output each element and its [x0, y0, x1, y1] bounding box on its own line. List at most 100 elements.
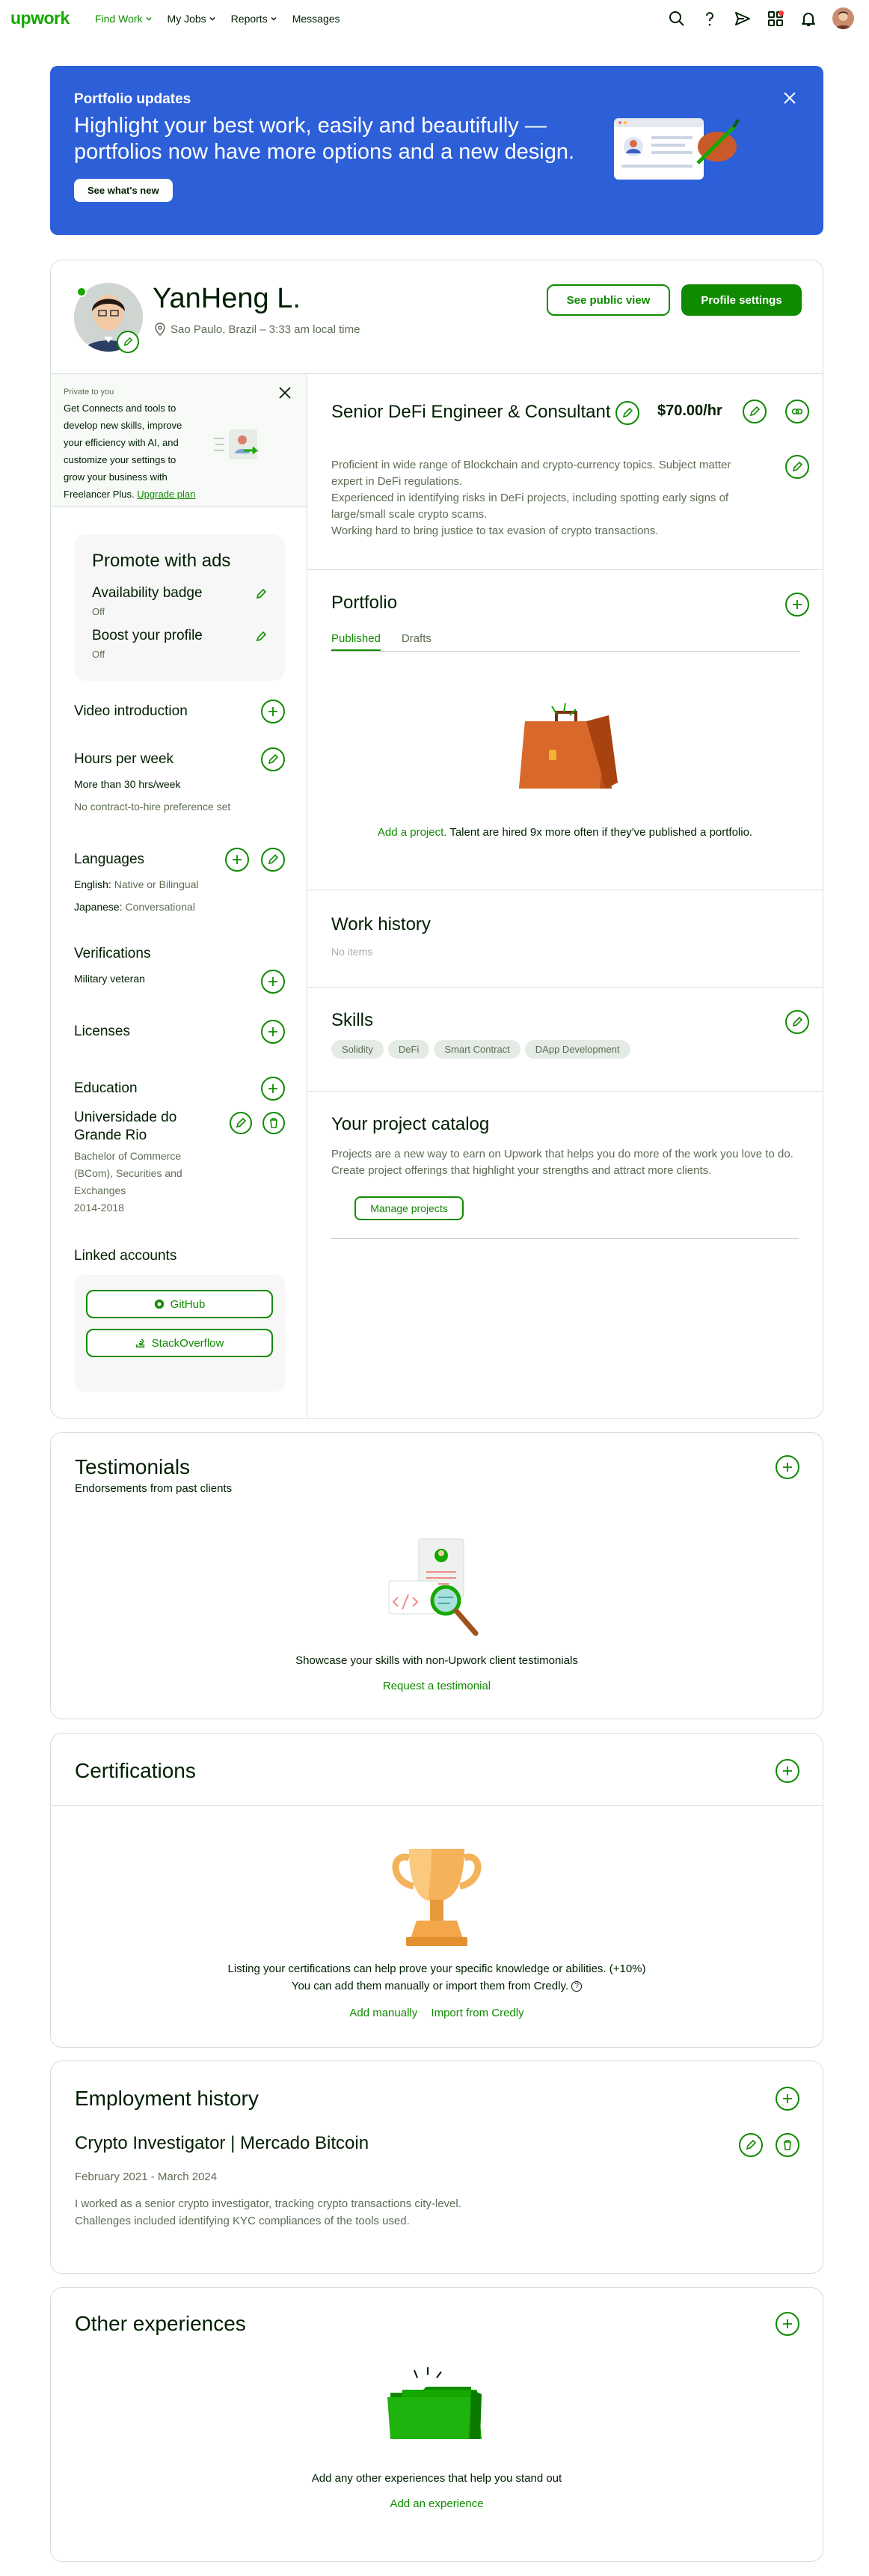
tab-drafts[interactable]: Drafts: [402, 632, 432, 651]
other-experiences-text: Add any other experiences that help you …: [311, 2472, 562, 2485]
plus-icon: [268, 977, 277, 986]
trash-icon: [270, 1118, 277, 1128]
help-icon[interactable]: [701, 10, 719, 28]
add-verification-button[interactable]: [261, 970, 285, 994]
school-name: Universidade do Grande Rio: [74, 1110, 177, 1143]
see-whats-new-button[interactable]: See what's new: [74, 179, 173, 202]
stackoverflow-button[interactable]: StackOverflow: [86, 1329, 273, 1357]
location-pin-icon: [155, 322, 165, 336]
profile-location: Sao Paulo, Brazil – 3:33 am local time: [154, 322, 360, 336]
linked-accounts-box: GitHub StackOverflow: [74, 1275, 285, 1392]
language-item: Japanese: Conversational: [74, 901, 195, 913]
add-portfolio-button[interactable]: [785, 593, 809, 617]
certifications-text-2: You can add them manually or import them…: [51, 1980, 823, 1992]
edit-headline-button[interactable]: [615, 401, 639, 425]
upgrade-plan-link[interactable]: Upgrade plan: [137, 489, 195, 500]
add-license-button[interactable]: [261, 1020, 285, 1044]
skills-list: Solidity DeFi Smart Contract DApp Developme…: [331, 1040, 635, 1059]
profile-settings-button[interactable]: Profile settings: [681, 284, 802, 316]
delete-education-button[interactable]: [262, 1112, 285, 1134]
add-video-button[interactable]: [261, 700, 285, 723]
nav-messages[interactable]: Messages: [292, 13, 340, 25]
certifications-divider: [51, 1805, 823, 1806]
edit-rate-button[interactable]: [743, 400, 767, 423]
profile-sidebar: Private to you Get Connects and tools to…: [51, 374, 307, 1418]
other-experiences-title: Other experiences: [75, 2312, 246, 2335]
add-testimonial-button[interactable]: [776, 1455, 799, 1479]
pencil-icon: [792, 461, 803, 472]
employment-description: I worked as a senior crypto investigator…: [75, 2197, 461, 2227]
add-project-link[interactable]: Add a project.: [378, 826, 447, 839]
portfolio-section: Portfolio Published Drafts Add a project…: [307, 570, 823, 890]
share-link-button[interactable]: [785, 400, 809, 423]
edit-employment-button[interactable]: [739, 2133, 763, 2157]
work-history-title: Work history: [331, 914, 431, 934]
apps-icon[interactable]: [767, 10, 784, 28]
search-icon[interactable]: [668, 10, 686, 28]
edit-skills-button[interactable]: [785, 1010, 809, 1034]
add-employment-button[interactable]: [776, 2087, 799, 2111]
edit-languages-button[interactable]: [261, 848, 285, 872]
skills-section: Skills Solidity DeFi Smart Contract DApp De…: [307, 988, 823, 1092]
chevron-down-icon: [271, 16, 277, 21]
edit-boost-icon[interactable]: [255, 631, 267, 643]
education-section: Education Universidade do Grande Rio Bac…: [74, 1077, 285, 1217]
portfolio-title: Portfolio: [331, 593, 398, 613]
upwork-logo[interactable]: upwork: [10, 8, 95, 28]
stackoverflow-icon: [135, 1339, 144, 1347]
testimonial-prompt: Showcase your skills with non-Upwork cli…: [295, 1654, 578, 1667]
user-avatar[interactable]: [832, 7, 854, 29]
add-education-button[interactable]: [261, 1077, 285, 1101]
skill-tag: Solidity: [331, 1040, 384, 1059]
delete-employment-button[interactable]: [776, 2133, 799, 2157]
nav-find-work[interactable]: Find Work: [95, 13, 153, 25]
add-certification-button[interactable]: [776, 1759, 799, 1783]
profile-headline: Senior DeFi Engineer & Consultant: [331, 402, 611, 422]
linked-accounts-section: Linked accounts GitHub StackOverflow: [74, 1248, 285, 1392]
portfolio-empty-text: Add a project. Talent are hired 9x more …: [377, 826, 753, 839]
bell-icon[interactable]: [799, 10, 817, 28]
nav-my-jobs[interactable]: My Jobs: [168, 13, 216, 25]
close-icon[interactable]: [277, 385, 293, 401]
contract-to-hire-note: No contract-to-hire preference set: [74, 801, 231, 813]
edit-education-button[interactable]: [230, 1112, 252, 1134]
add-language-button[interactable]: [225, 848, 249, 872]
military-veteran: Military veteran: [74, 973, 145, 985]
edit-hours-button[interactable]: [261, 747, 285, 771]
tab-published[interactable]: Published: [331, 632, 381, 651]
import-credly-link[interactable]: Import from Credly: [431, 2007, 523, 2019]
pencil-icon: [268, 854, 279, 865]
certification-actions: Add manually Import from Credly: [51, 2007, 823, 2019]
promote-with-ads: Promote with ads Availability badge Off …: [74, 534, 285, 681]
language-item: English: Native or Bilingual: [74, 878, 199, 890]
edit-availability-icon[interactable]: [255, 588, 267, 600]
profile-header: YanHeng L. Sao Paulo, Brazil – 3:33 am l…: [51, 260, 823, 374]
hours-per-week-section: Hours per week More than 30 hrs/week No …: [74, 747, 285, 813]
header-icons: [668, 0, 854, 37]
certifications-title: Certifications: [75, 1759, 196, 1782]
profile-card: YanHeng L. Sao Paulo, Brazil – 3:33 am l…: [50, 260, 823, 1419]
notification-dot: [779, 10, 784, 16]
info-icon[interactable]: ?: [571, 1981, 583, 1992]
request-testimonial-link[interactable]: Request a testimonial: [51, 1680, 823, 1692]
nav-reports[interactable]: Reports: [231, 13, 277, 25]
chevron-down-icon: [146, 16, 152, 21]
work-history-section: Work history No items: [307, 890, 823, 988]
languages-section: Languages English: Native or Bilingual J…: [74, 848, 285, 913]
trash-icon: [784, 2140, 791, 2150]
licenses-section: Licenses: [74, 1020, 285, 1044]
manage-projects-button[interactable]: Manage projects: [354, 1196, 464, 1220]
close-icon[interactable]: [780, 88, 799, 108]
edit-overview-button[interactable]: [785, 455, 809, 479]
plus-icon: [268, 1027, 277, 1036]
certifications-text-1: Listing your certifications can help pro…: [227, 1962, 646, 1975]
testimonials-subtitle: Endorsements from past clients: [75, 1482, 233, 1495]
add-manually-link[interactable]: Add manually: [349, 2007, 417, 2019]
send-icon[interactable]: [734, 10, 752, 28]
see-public-view-button[interactable]: See public view: [547, 284, 670, 316]
github-button[interactable]: GitHub: [86, 1290, 273, 1318]
add-experience-button[interactable]: [776, 2312, 799, 2336]
trophy-illustration: [392, 1849, 482, 1946]
add-experience-link[interactable]: Add an experience: [51, 2497, 823, 2510]
edit-photo-button[interactable]: [117, 331, 139, 353]
